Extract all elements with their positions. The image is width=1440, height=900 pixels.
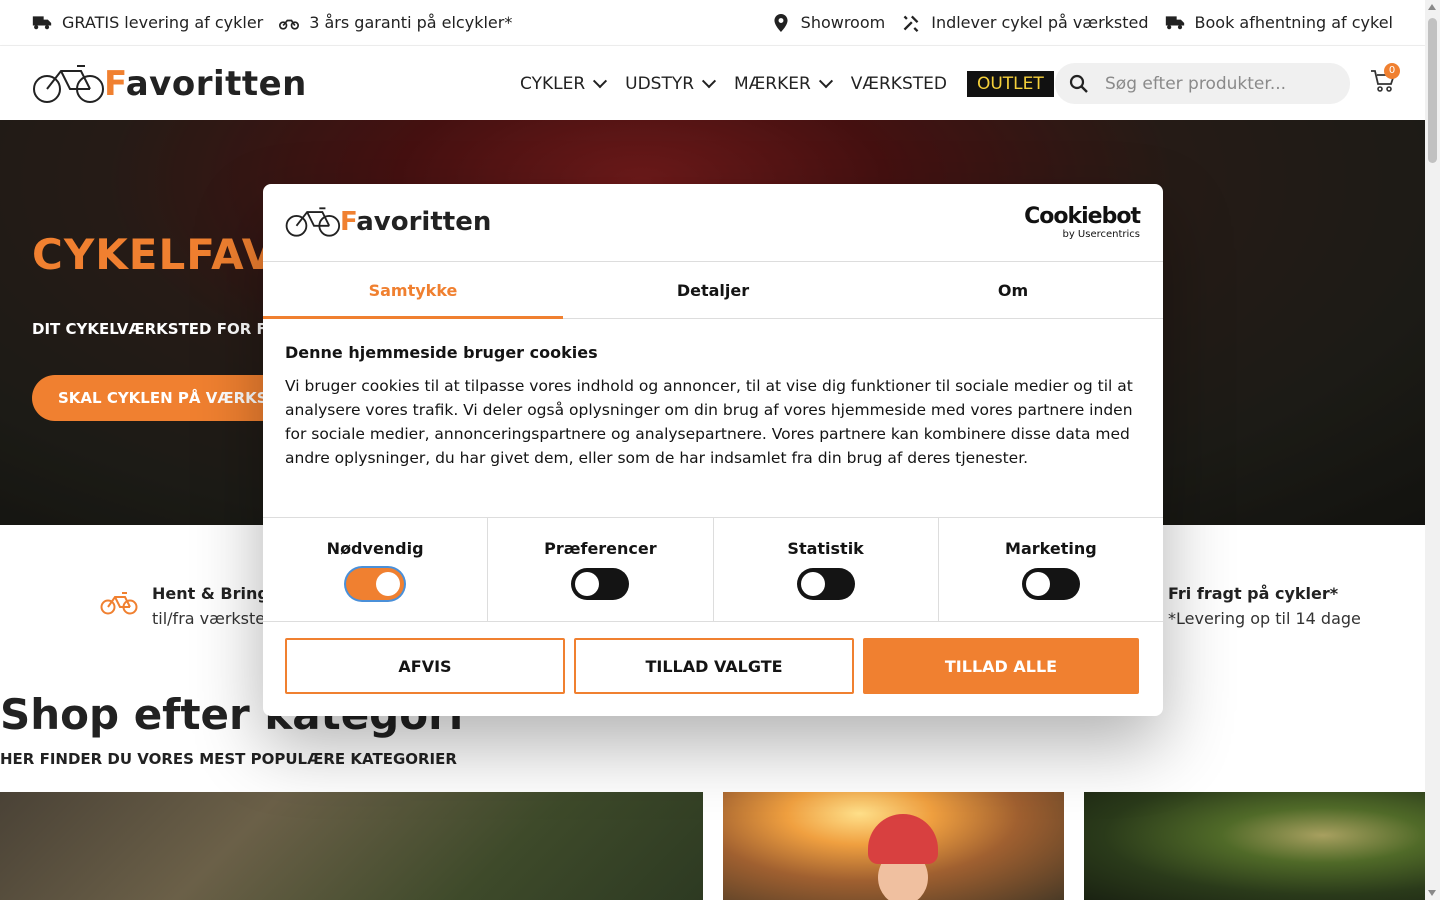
- cookie-logo-wordmark-rest: avoritten: [356, 207, 492, 237]
- cookiebot-brand[interactable]: Cookiebot by Usercentrics: [1024, 204, 1141, 241]
- scroll-up-arrow-icon[interactable]: [1428, 4, 1436, 10]
- cookie-action-buttons: AFVIS TILLAD VALGTE TILLAD ALLE: [263, 622, 1163, 694]
- bicycle-logo-icon: [285, 207, 341, 237]
- cookie-category-toggles: Nødvendig Præferencer Statistik Marketin…: [263, 517, 1163, 622]
- cookiebot-logo-text: Cookiebot: [1024, 204, 1141, 229]
- toggle-marketing[interactable]: [1021, 568, 1080, 600]
- toggle-knob: [800, 572, 825, 596]
- allow-all-button[interactable]: TILLAD ALLE: [863, 638, 1139, 694]
- toggle-preferences-label: Præferencer: [544, 539, 657, 558]
- toggle-preferences[interactable]: [571, 568, 630, 600]
- toggle-marketing-label: Marketing: [1005, 539, 1097, 558]
- reject-button[interactable]: AFVIS: [285, 638, 565, 694]
- toggle-statistics-label: Statistik: [787, 539, 864, 558]
- toggle-group-preferences: Præferencer: [488, 518, 714, 621]
- toggle-necessary-label: Nødvendig: [326, 539, 424, 558]
- page-scrollbar[interactable]: [1425, 0, 1440, 900]
- cookie-dialog-header: Favoritten Cookiebot by Usercentrics: [263, 184, 1163, 262]
- toggle-necessary[interactable]: [346, 568, 405, 600]
- toggle-group-statistics: Statistik: [714, 518, 939, 621]
- cookie-consent-dialog: Favoritten Cookiebot by Usercentrics Sam…: [263, 184, 1163, 716]
- toggle-knob: [1025, 572, 1050, 596]
- allow-selected-button[interactable]: TILLAD VALGTE: [574, 638, 854, 694]
- toggle-group-necessary: Nødvendig: [263, 518, 489, 621]
- cookie-description: Vi bruger cookies til at tilpasse vores …: [285, 377, 1133, 467]
- tab-samtykke[interactable]: Samtykke: [263, 262, 563, 319]
- toggle-group-marketing: Marketing: [939, 518, 1163, 621]
- cookie-dialog-body: Denne hjemmeside bruger cookies Vi bruge…: [263, 319, 1163, 517]
- scroll-down-arrow-icon[interactable]: [1428, 890, 1436, 896]
- cookie-logo-wordmark-initial: F: [340, 207, 357, 237]
- tab-om[interactable]: Om: [863, 262, 1163, 318]
- cookie-dialog-logo: Favoritten: [285, 206, 491, 238]
- cookie-logo-wordmark: Favoritten: [340, 207, 491, 237]
- toggle-knob: [376, 572, 401, 596]
- tab-detaljer[interactable]: Detaljer: [563, 262, 863, 318]
- toggle-knob: [575, 572, 600, 596]
- cookie-tabs: Samtykke Detaljer Om: [263, 262, 1163, 319]
- scrollbar-thumb[interactable]: [1428, 18, 1437, 163]
- toggle-statistics[interactable]: [796, 568, 855, 600]
- cookiebot-by-text: by Usercentrics: [1062, 229, 1140, 240]
- cookie-heading: Denne hjemmeside bruger cookies: [285, 343, 598, 362]
